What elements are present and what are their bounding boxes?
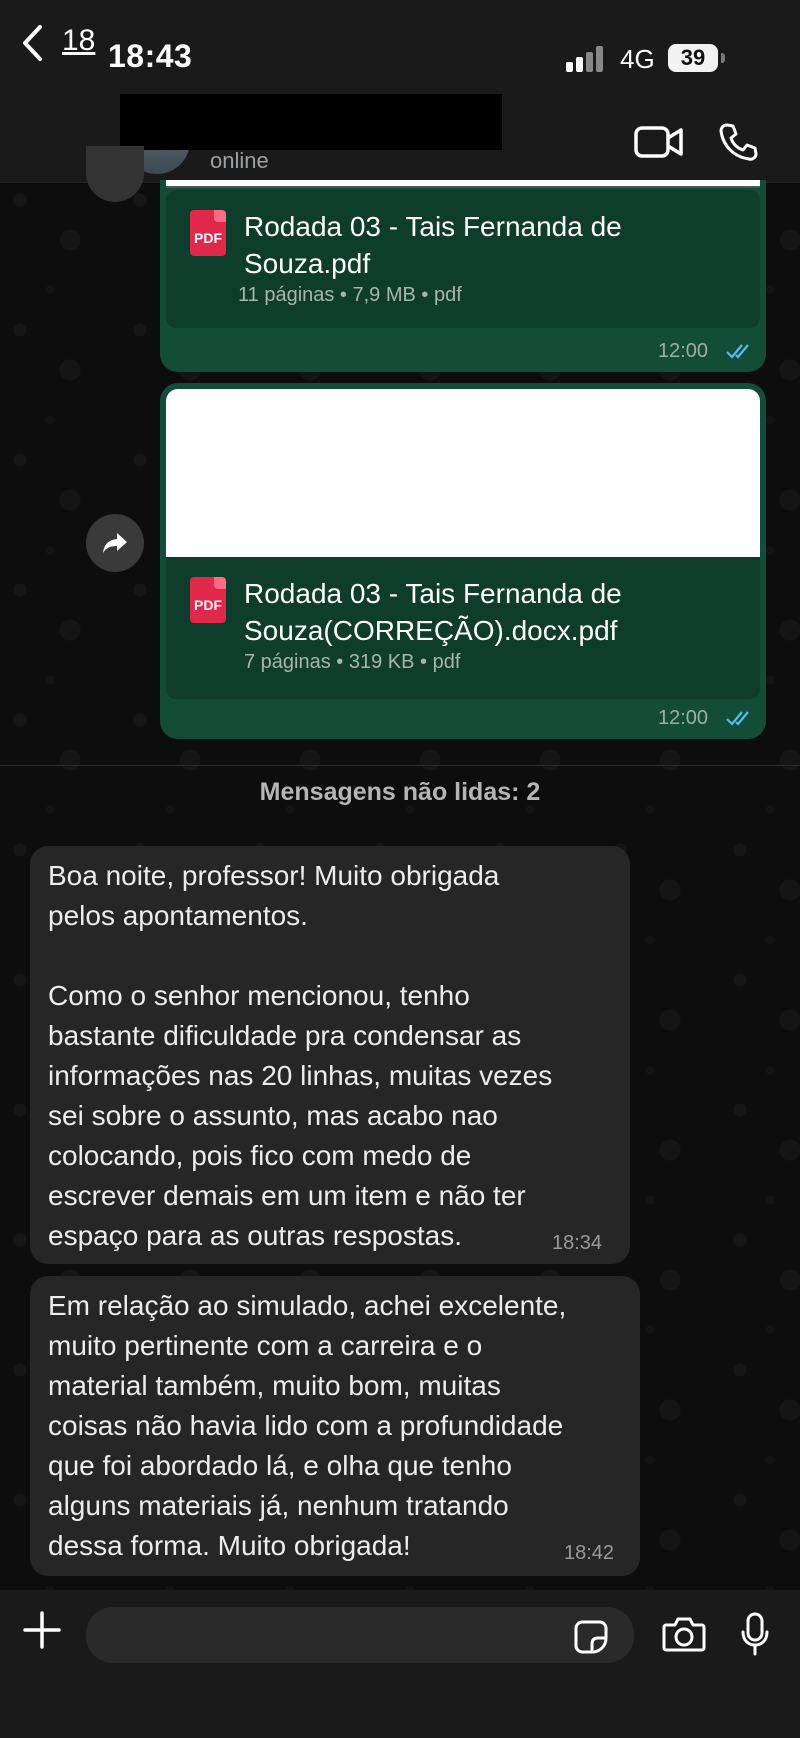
- pdf-icon: PDF: [190, 210, 226, 256]
- message-time: 18:42: [564, 1542, 615, 1564]
- signal-icon: [566, 46, 606, 72]
- document-meta: 7 páginas • 319 KB • pdf: [244, 651, 461, 673]
- document-preview-edge: [166, 180, 760, 188]
- message-text: Boa noite, professor! Muito obrigada pel…: [48, 860, 553, 1251]
- message-input[interactable]: [86, 1607, 634, 1663]
- incoming-message[interactable]: Em relação ao simulado, achei excelente,…: [30, 1276, 640, 1576]
- document-card[interactable]: PDF Rodada 03 - Tais Fernanda de Souza(C…: [166, 557, 760, 699]
- unread-count: 18: [62, 24, 96, 57]
- battery-tip: [721, 53, 725, 63]
- document-preview[interactable]: [166, 389, 760, 557]
- plus-icon[interactable]: [22, 1610, 62, 1650]
- status-time: 18:43: [108, 38, 193, 74]
- document-meta: 11 páginas • 7,9 MB • pdf: [238, 284, 462, 306]
- read-ticks-icon: [726, 344, 749, 359]
- outgoing-file-message[interactable]: PDF Rodada 03 - Tais Fernanda de Souza(C…: [160, 383, 766, 739]
- pdf-icon: PDF: [190, 577, 226, 623]
- unread-messages-label: Mensagens não lidas: 2: [259, 778, 541, 806]
- document-title: Rodada 03 - Tais Fernanda de Souza(CORRE…: [244, 578, 622, 646]
- back-button[interactable]: 18: [20, 22, 110, 62]
- unread-divider: [0, 765, 800, 766]
- battery-icon: 39: [668, 44, 718, 72]
- sticker-icon[interactable]: [574, 1620, 608, 1654]
- forward-button[interactable]: [86, 146, 144, 202]
- microphone-icon[interactable]: [740, 1612, 770, 1656]
- forward-icon: [103, 533, 127, 553]
- incoming-message[interactable]: Boa noite, professor! Muito obrigada pel…: [30, 846, 630, 1264]
- message-time: 12:00: [658, 340, 709, 362]
- message-time: 18:34: [552, 1232, 603, 1254]
- message-input-bar: [0, 1590, 800, 1738]
- contact-name-redacted[interactable]: [120, 94, 502, 150]
- contact-status: online: [210, 148, 269, 173]
- video-call-icon[interactable]: [634, 124, 684, 160]
- network-label: 4G: [620, 44, 655, 74]
- forward-button[interactable]: [86, 514, 144, 572]
- read-ticks-icon: [726, 711, 749, 726]
- chevron-left-icon: [23, 25, 42, 61]
- message-time: 12:00: [658, 707, 709, 729]
- message-text: Em relação ao simulado, achei excelente,…: [48, 1290, 567, 1561]
- document-card[interactable]: PDF Rodada 03 - Tais Fernanda de Souza.p…: [166, 190, 760, 328]
- status-bar: 18:43 4G 39: [0, 0, 800, 100]
- outgoing-file-message[interactable]: PDF Rodada 03 - Tais Fernanda de Souza.p…: [160, 180, 766, 372]
- voice-call-icon[interactable]: [718, 122, 758, 162]
- camera-icon[interactable]: [662, 1616, 706, 1652]
- document-title: Rodada 03 - Tais Fernanda de Souza.pdf: [244, 211, 622, 279]
